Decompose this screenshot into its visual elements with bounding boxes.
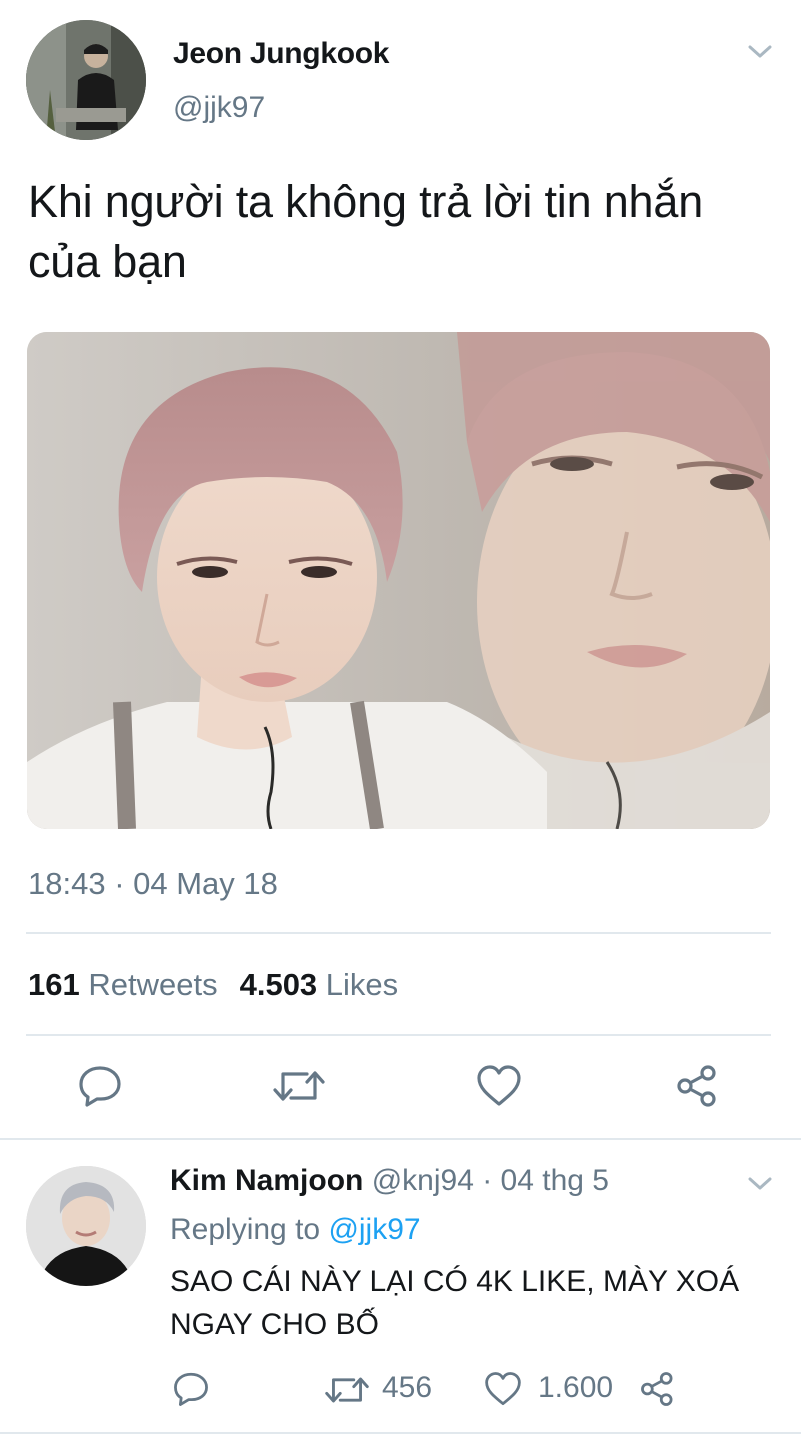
reply-author-name[interactable]: Kim Namjoon [170,1164,363,1197]
divider [26,1034,771,1036]
divider [0,1432,801,1434]
reply-likes-count: 1.600 [538,1371,614,1404]
reply-author-avatar[interactable] [26,1166,146,1286]
chevron-down-icon[interactable] [745,1172,775,1196]
retweet-icon[interactable] [273,1066,325,1106]
like-icon[interactable] [484,1371,522,1407]
divider [0,1138,801,1140]
tweet-media-image[interactable] [27,332,770,829]
reply-header: Kim Namjoon @knj94 · 04 thg 5 [170,1164,609,1198]
author-name[interactable]: Jeon Jungkook [173,37,389,71]
likes-stat[interactable]: 4.503 Likes [240,967,399,1002]
divider [26,932,771,934]
share-icon[interactable] [676,1064,720,1108]
retweets-count: 161 [28,967,80,1002]
reply-icon[interactable] [77,1064,123,1108]
replying-mention-link[interactable]: @jjk97 [328,1213,420,1246]
likes-label: Likes [325,967,399,1002]
reply-text: SAO CÁI NÀY LẠI CÓ 4K LIKE, MÀY XOÁ NGAY… [170,1265,740,1341]
replying-to: Replying to @jjk97 [170,1213,421,1247]
author-handle[interactable]: @jjk97 [173,91,265,125]
replying-prefix: Replying to [170,1213,321,1246]
tweet-stats: 161 Retweets 4.503 Likes [28,967,398,1003]
retweet-icon[interactable] [325,1373,369,1407]
retweets-stat[interactable]: 161 Retweets [28,967,218,1002]
reply-meta: @knj94 · 04 thg 5 [371,1164,609,1197]
tweet-timestamp[interactable]: 18:43 · 04 May 18 [28,866,278,902]
likes-count: 4.503 [239,967,318,1002]
retweets-label: Retweets [88,967,218,1002]
like-icon[interactable] [476,1064,522,1108]
author-avatar[interactable] [26,20,146,140]
tweet-text: Khi người ta không trả lời tin nhắn của … [28,176,704,287]
reply-retweets-count: 456 [382,1371,433,1404]
tweet-detail-screen: Jeon Jungkook @jjk97 Khi người ta không … [0,0,801,1441]
share-icon[interactable] [640,1371,676,1407]
reply-icon[interactable] [172,1371,210,1407]
chevron-down-icon[interactable] [745,40,775,64]
